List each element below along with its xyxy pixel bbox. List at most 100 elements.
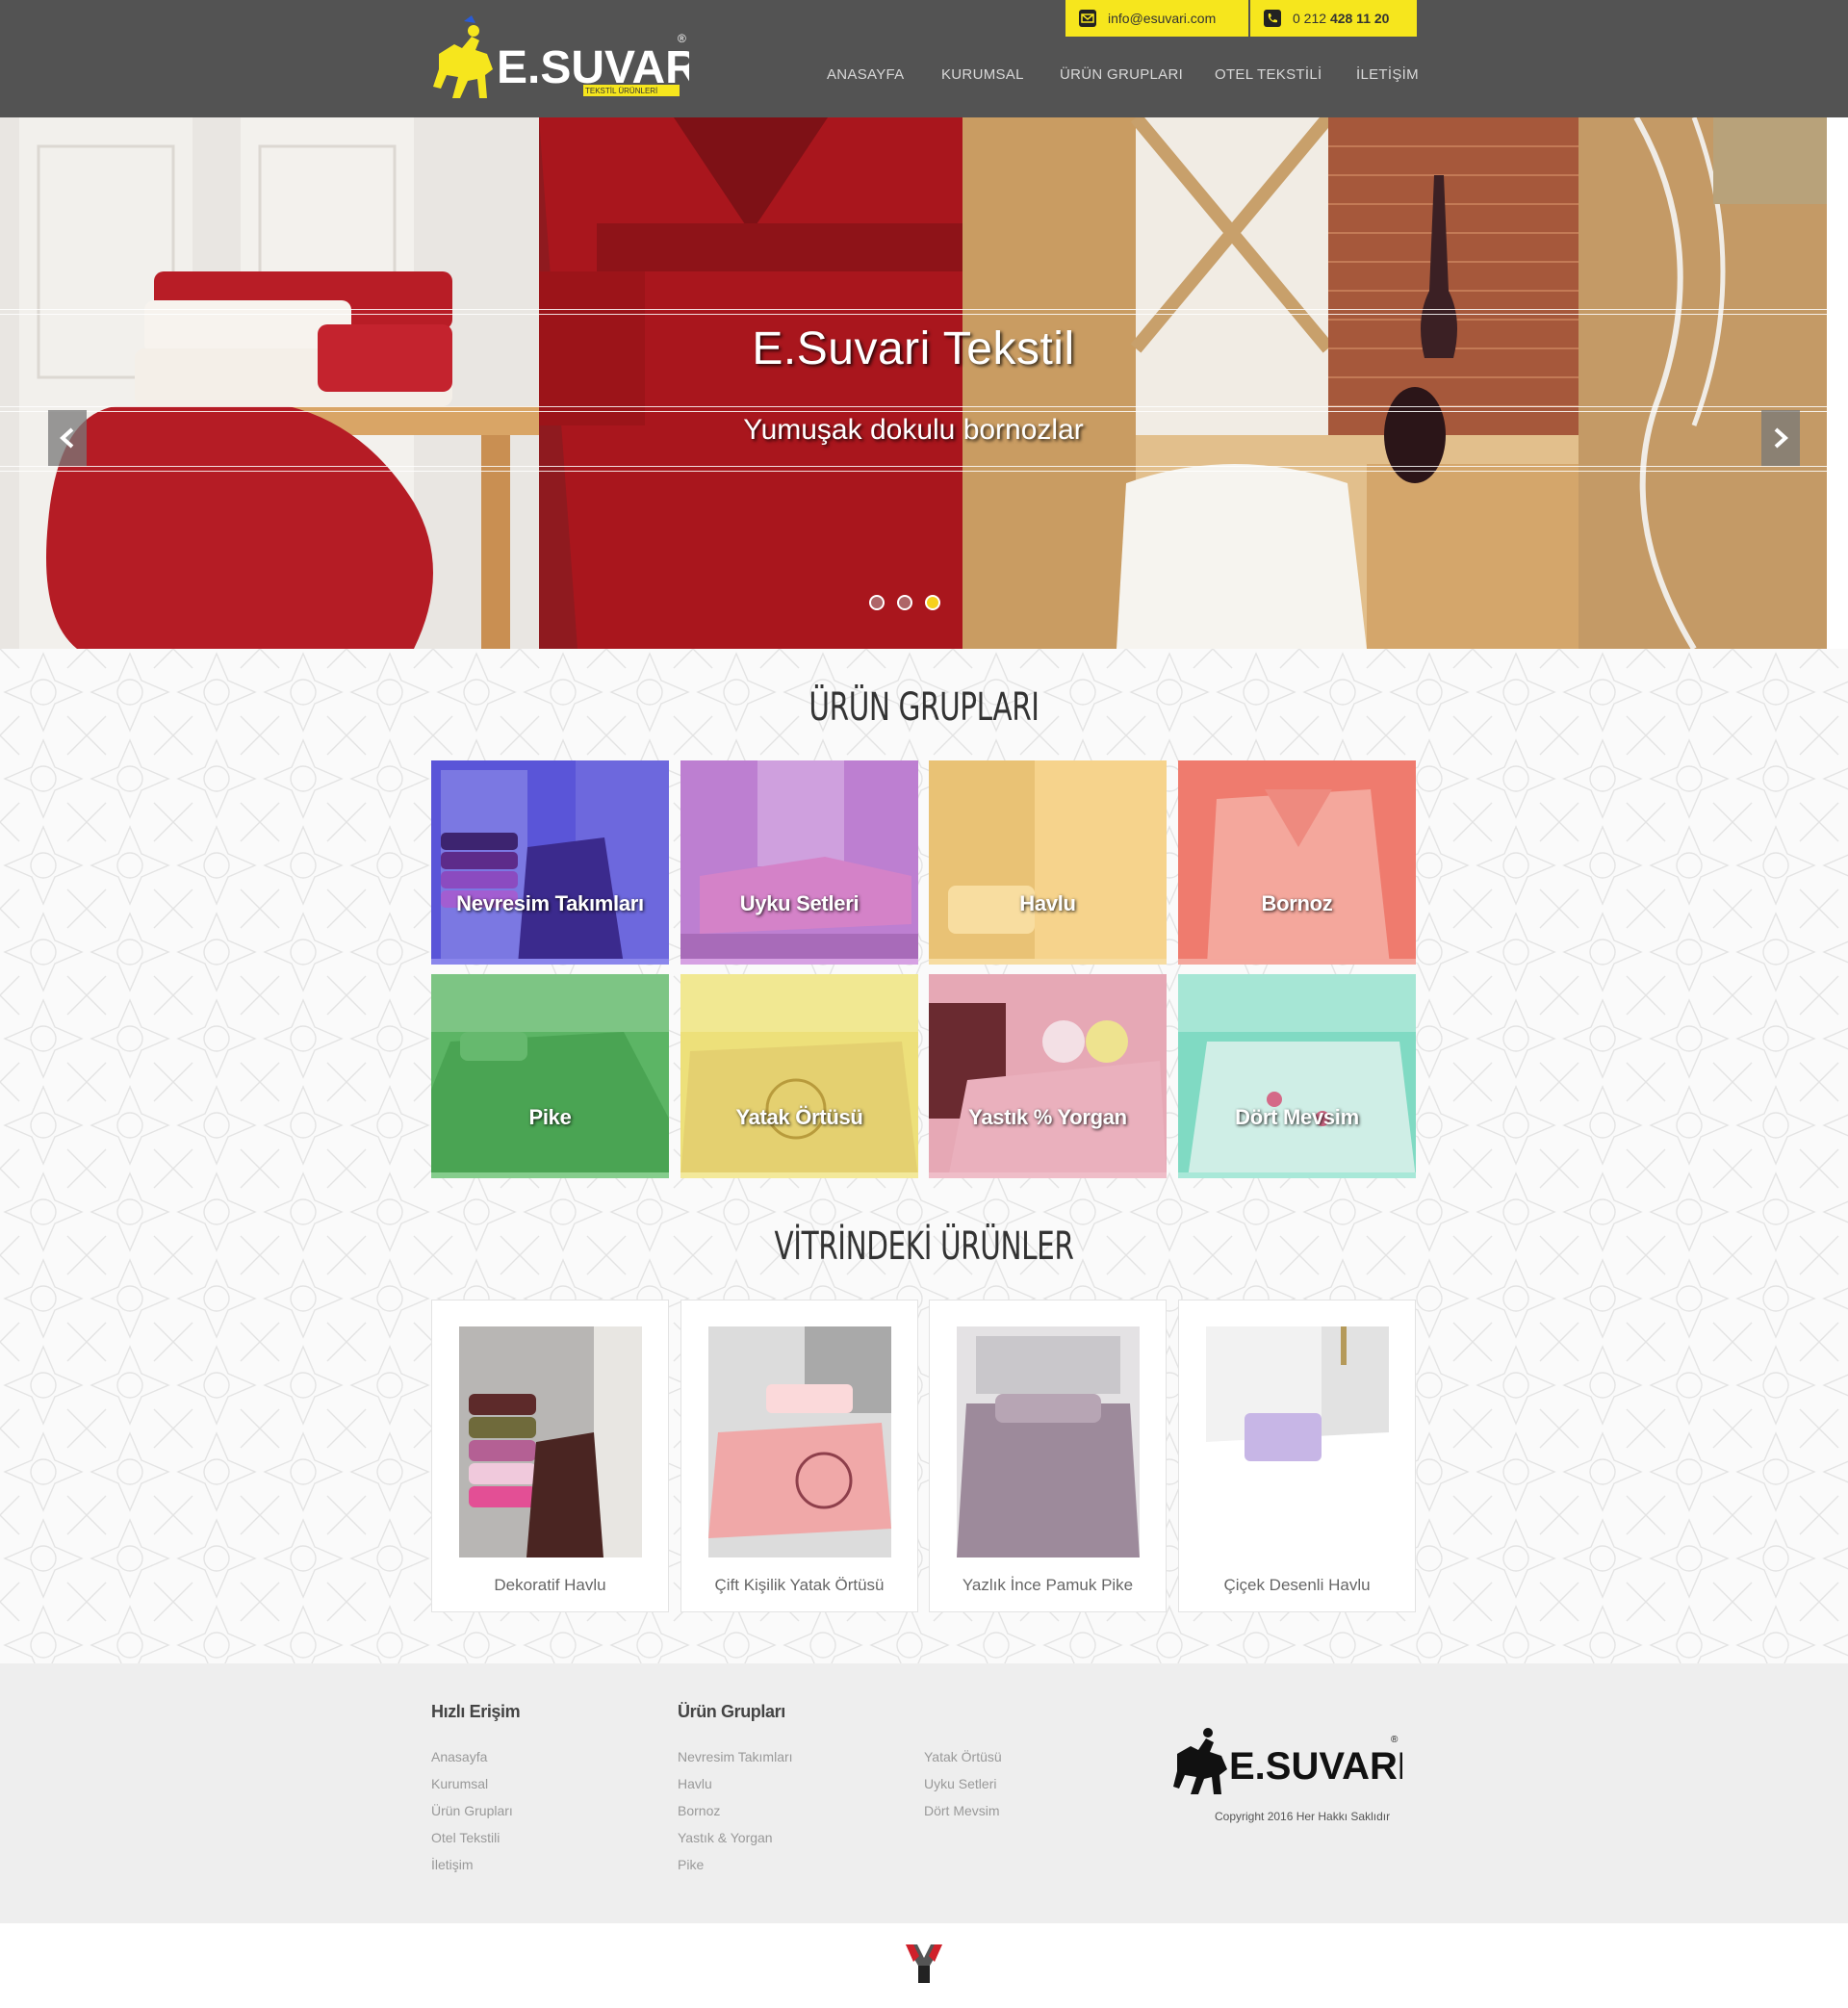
slider-line — [0, 406, 1827, 407]
group-tile-nevresim[interactable]: Nevresim Takımları — [431, 760, 669, 965]
footer-link[interactable]: İletişim — [431, 1857, 474, 1872]
footer-heading-quick: Hızlı Erişim — [431, 1702, 521, 1721]
footer-link[interactable]: Havlu — [678, 1776, 712, 1791]
tile-image — [929, 974, 1167, 1178]
tile-image — [680, 760, 918, 965]
showcase-title: VİTRİNDEKİ ÜRÜNLER — [774, 1224, 1074, 1269]
nav-urun-gruplari[interactable]: ÜRÜN GRUPLARI — [1060, 66, 1183, 83]
tile-label: Nevresim Takımları — [456, 891, 644, 915]
main-nav: ANASAYFA KURUMSAL ÜRÜN GRUPLARI OTEL TEK… — [0, 66, 1848, 86]
chevron-left-icon — [60, 427, 74, 449]
footer-logo[interactable]: E.SUVARI ® — [1171, 1721, 1402, 1798]
slider-dot[interactable] — [925, 595, 940, 610]
bottom-bar — [0, 1923, 1848, 2008]
tile-image — [431, 760, 669, 965]
product-label: Yazlık İnce Pamuk Pike — [962, 1576, 1134, 1594]
phone-prefix: 0 212 — [1293, 11, 1327, 26]
tile-label: Yatak Örtüsü — [735, 1105, 863, 1129]
content-area — [0, 649, 1848, 1663]
showcase-card[interactable]: Dekoratif Havlu — [431, 1300, 669, 1612]
site-footer: Hızlı Erişim Anasayfa Kurumsal Ürün Grup… — [0, 1663, 1848, 1923]
tile-image — [929, 760, 1167, 965]
tile-image — [431, 974, 669, 1178]
slider-pagination — [869, 595, 940, 614]
footer-link[interactable]: Otel Tekstili — [431, 1830, 500, 1845]
footer-link[interactable]: Nevresim Takımları — [678, 1749, 793, 1764]
nav-anasayfa[interactable]: ANASAYFA — [827, 66, 904, 83]
envelope-icon — [1079, 10, 1096, 27]
tile-label: Bornoz — [1261, 891, 1333, 915]
tile-label: Dört Mevsim — [1235, 1105, 1359, 1129]
nav-iletisim[interactable]: İLETİŞİM — [1356, 66, 1419, 83]
showcase-card[interactable]: Çift Kişilik Yatak Örtüsü — [680, 1300, 918, 1612]
showcase-card[interactable]: Çiçek Desenli Havlu — [1178, 1300, 1416, 1612]
tile-image — [1178, 760, 1416, 965]
slider-line — [0, 314, 1827, 315]
footer-brand-name: E.SUVARI — [1229, 1745, 1402, 1788]
site-header: E.SUVARI TEKSTİL ÜRÜNLERİ ® info@esuvari… — [0, 0, 1848, 117]
showcase-card[interactable]: Yazlık İnce Pamuk Pike — [929, 1300, 1167, 1612]
developer-logo[interactable] — [906, 1944, 942, 1983]
tile-bar — [680, 1172, 918, 1178]
footer-link[interactable]: Pike — [678, 1857, 704, 1872]
slide-subtitle: Yumuşak dokulu bornozlar — [743, 414, 1084, 446]
slider-line — [0, 309, 1827, 310]
slider-dot[interactable] — [869, 595, 885, 610]
footer-link[interactable]: Ürün Grupları — [431, 1803, 513, 1818]
tile-image — [680, 974, 918, 1178]
copyright-text: Copyright 2016 Her Hakkı Saklıdır — [1215, 1810, 1391, 1823]
background-pattern — [0, 649, 1848, 1663]
product-label: Çiçek Desenli Havlu — [1223, 1576, 1371, 1594]
slider-line — [0, 466, 1827, 467]
slider-next-button[interactable] — [1761, 410, 1800, 466]
tile-bar — [929, 959, 1167, 965]
product-image — [957, 1326, 1140, 1557]
slider-dot[interactable] — [897, 595, 912, 610]
slider-line — [0, 471, 1827, 472]
phone-contact[interactable]: 0 212 428 11 20 — [1250, 0, 1417, 37]
slide-image — [0, 117, 1827, 649]
brand-logo[interactable]: E.SUVARI TEKSTİL ÜRÜNLERİ ® — [429, 15, 689, 104]
footer-link[interactable]: Yatak Örtüsü — [924, 1749, 1002, 1764]
tile-label: Uyku Setleri — [739, 891, 860, 915]
email-text: info@esuvari.com — [1108, 11, 1217, 26]
footer-link[interactable]: Dört Mevsim — [924, 1803, 1000, 1818]
group-tile-yatak-ortusu[interactable]: Yatak Örtüsü — [680, 974, 918, 1178]
tile-bar — [431, 1172, 669, 1178]
slider-line — [0, 411, 1827, 412]
footer-link[interactable]: Anasayfa — [431, 1749, 487, 1764]
brand-tagline: TEKSTİL ÜRÜNLERİ — [585, 87, 657, 95]
group-tile-havlu[interactable]: Havlu — [929, 760, 1167, 965]
product-image — [459, 1326, 642, 1557]
product-image — [1206, 1326, 1389, 1557]
product-groups-title: ÜRÜN GRUPLARI — [808, 685, 1040, 730]
chevron-right-icon — [1774, 427, 1788, 449]
product-label: Dekoratif Havlu — [494, 1576, 606, 1594]
tile-label: Havlu — [1019, 891, 1076, 915]
footer-link[interactable]: Uyku Setleri — [924, 1776, 996, 1791]
product-image — [708, 1326, 891, 1557]
slide-title: E.Suvari Tekstil — [752, 323, 1075, 374]
slider-prev-button[interactable] — [48, 410, 87, 466]
footer-link[interactable]: Yastık & Yorgan — [678, 1830, 773, 1845]
group-tile-dort-mevsim[interactable]: Dört Mevsim — [1178, 974, 1416, 1178]
group-tile-uyku[interactable]: Uyku Setleri — [680, 760, 918, 965]
tile-bar — [929, 1172, 1167, 1178]
footer-link[interactable]: Kurumsal — [431, 1776, 488, 1791]
email-contact[interactable]: info@esuvari.com — [1065, 0, 1248, 37]
footer-heading-groups: Ürün Grupları — [678, 1702, 785, 1721]
tile-bar — [431, 959, 669, 965]
tile-bar — [680, 959, 918, 965]
footer-link[interactable]: Bornoz — [678, 1803, 720, 1818]
group-tile-bornoz[interactable]: Bornoz — [1178, 760, 1416, 965]
tile-label: Yastık % Yorgan — [968, 1105, 1127, 1129]
registered-mark: ® — [678, 32, 686, 45]
hero-slider: E.Suvari Tekstil Yumuşak dokulu bornozla… — [0, 117, 1827, 649]
group-tile-yastik-yorgan[interactable]: Yastık % Yorgan — [929, 974, 1167, 1178]
tile-label: Pike — [528, 1105, 572, 1129]
tile-bar — [1178, 959, 1416, 965]
nav-otel-tekstili[interactable]: OTEL TEKSTİLİ — [1215, 66, 1322, 83]
group-tile-pike[interactable]: Pike — [431, 974, 669, 1178]
nav-kurumsal[interactable]: KURUMSAL — [941, 66, 1024, 83]
phone-icon — [1264, 10, 1281, 27]
